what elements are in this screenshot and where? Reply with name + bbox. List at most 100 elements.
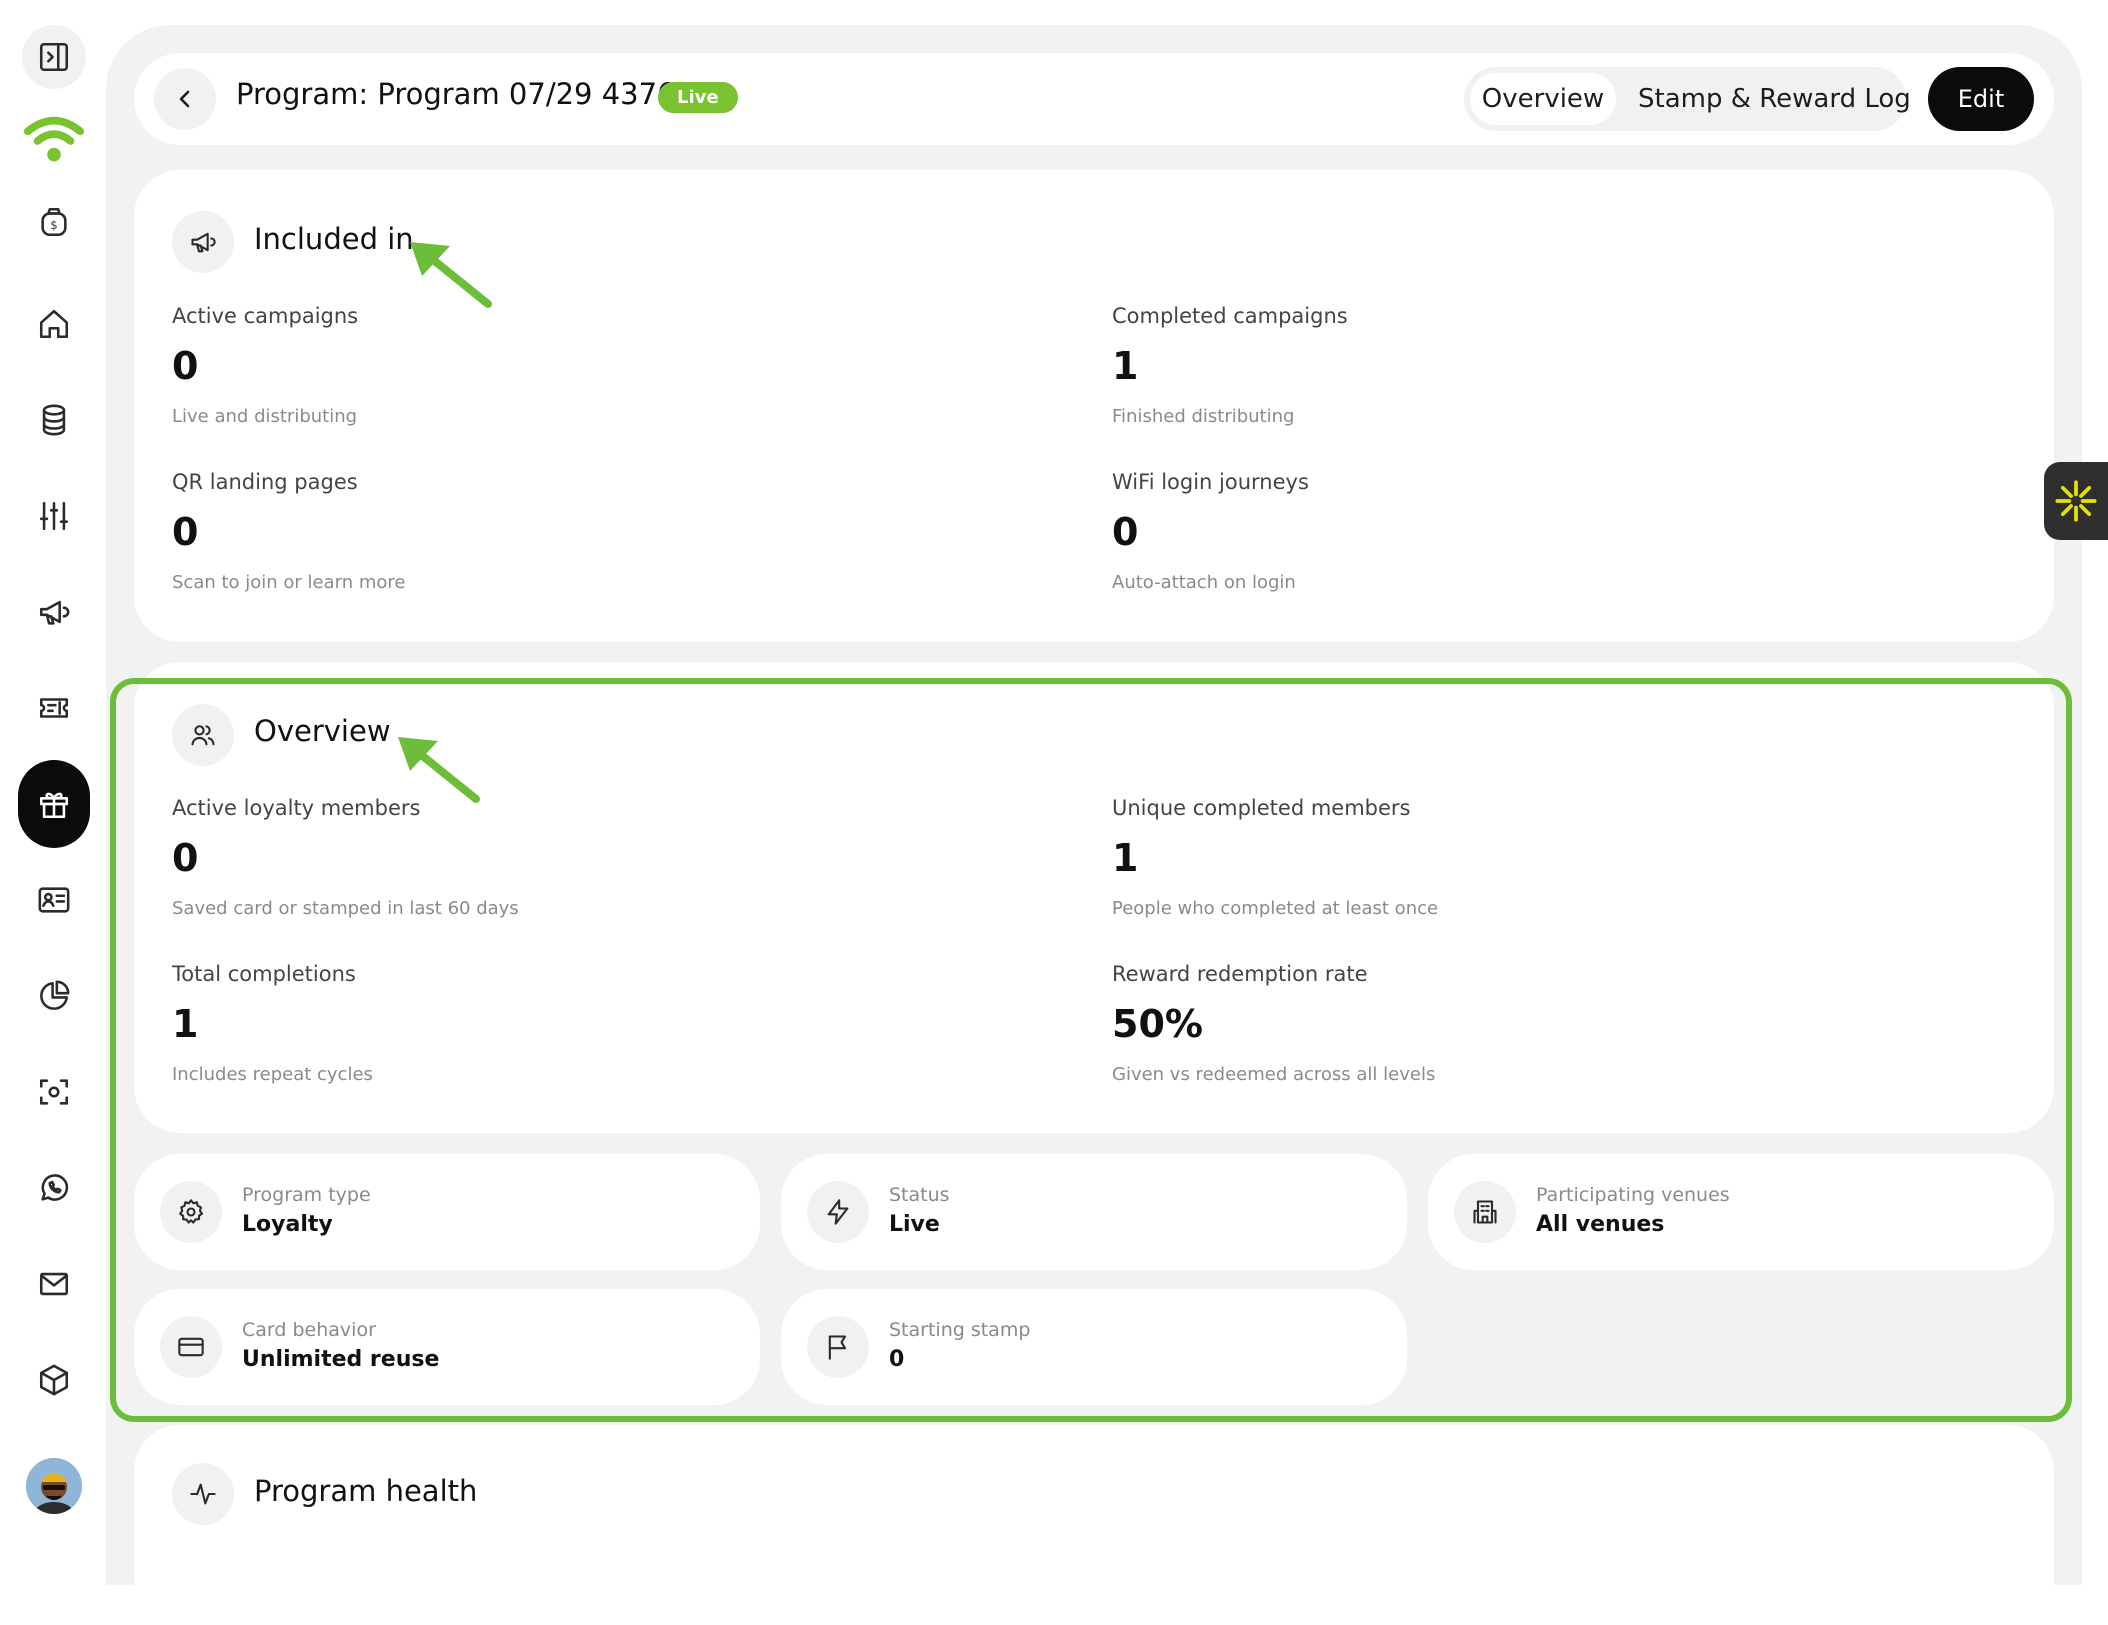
activity-icon [190,1483,216,1505]
main-content: Program: Program 07/29 4376 Live Overvie… [106,25,2082,1625]
detail-label: Card behavior [242,1319,376,1341]
detail-starting-stamp: Starting stamp 0 [781,1289,1407,1405]
detail-icon [807,1316,869,1378]
stat-value: 1 [1112,344,1139,388]
sidebar-item-products[interactable] [22,1348,86,1412]
tab-stamp-reward-log[interactable]: Stamp & Reward Log [1638,73,1911,125]
page-title: Program: Program 07/29 4376 [236,77,676,111]
sparkle-icon [2055,480,2097,522]
stat-label: Completed campaigns [1112,304,1348,328]
pie-chart-icon [40,980,70,1010]
detail-label: Starting stamp [889,1319,1031,1341]
floating-widget-button[interactable] [2044,462,2108,540]
sidebar-logo[interactable] [22,108,86,172]
sidebar-item-scan[interactable] [22,1060,86,1124]
user-avatar[interactable] [26,1458,82,1514]
section-title: Program health [254,1474,478,1508]
stat-value: 0 [1112,510,1139,554]
tab-overview[interactable]: Overview [1470,73,1616,125]
detail-icon [160,1181,222,1243]
stat-description: Live and distributing [172,406,358,427]
stat-description: Finished distributing [1112,406,1295,427]
detail-card-behavior: Card behavior Unlimited reuse [134,1289,760,1405]
detail-value: Live [889,1212,940,1237]
stat-reward-redemption-rate: Reward redemption rate 50% Given vs rede… [1112,962,1812,1085]
megaphone-icon [191,232,216,253]
sidebar-item-loyalty[interactable] [18,760,90,848]
contact-card-icon [38,887,70,913]
stat-description: Scan to join or learn more [172,572,406,593]
database-icon [42,404,66,436]
panel-toggle-icon [39,42,69,72]
users-icon [191,725,215,746]
sliders-icon [39,501,69,531]
back-button[interactable] [154,68,216,130]
stat-description: Given vs redeemed across all levels [1112,1064,1436,1085]
section-icon [172,211,234,273]
stat-label: Reward redemption rate [1112,962,1368,986]
sidebar-item-contacts[interactable] [22,868,86,932]
sidebar-item-data[interactable] [22,388,86,452]
stat-label: Active campaigns [172,304,359,328]
stat-value: 1 [172,1002,199,1046]
detail-label: Program type [242,1184,371,1206]
stat-label: QR landing pages [172,470,358,494]
chevron-left-icon [179,90,190,108]
sidebar-item-coupons[interactable] [22,676,86,740]
stat-value: 0 [172,836,199,880]
included-in-card: Included in Active campaigns 0 Live and … [134,170,2054,642]
detail-icon [1454,1181,1516,1243]
flag-icon [828,1335,847,1360]
sidebar-item-settings[interactable] [22,484,86,548]
sidebar: $ [0,0,106,1540]
stat-active-campaigns: Active campaigns 0 Live and distributing [172,304,872,427]
edit-button[interactable]: Edit [1928,67,2034,131]
detail-value: Loyalty [242,1212,333,1237]
program-health-card: Program health [134,1425,2054,1625]
stat-value: 50% [1112,1002,1203,1046]
detail-value: All venues [1536,1212,1665,1237]
stat-description: Saved card or stamped in last 60 days [172,898,519,919]
stat-description: People who completed at least once [1112,898,1439,919]
section-icon [172,704,234,766]
detail-icon [160,1316,222,1378]
stat-wifi-login-journeys: WiFi login journeys 0 Auto-attach on log… [1112,470,1812,593]
stat-label: Unique completed members [1112,796,1411,820]
detail-icon [807,1181,869,1243]
detail-status: Status Live [781,1154,1407,1270]
ticket-icon [39,698,69,718]
stat-value: 0 [172,510,199,554]
detail-value: Unlimited reuse [242,1347,440,1372]
stat-description: Includes repeat cycles [172,1064,373,1085]
credit-card-icon [178,1337,204,1357]
detail-label: Status [889,1184,950,1206]
section-title: Overview [254,714,391,748]
gift-icon [39,792,69,819]
detail-participating-venues: Participating venues All venues [1428,1154,2054,1270]
wifi-brand-icon [23,116,85,162]
status-badge: Live [658,82,738,113]
sidebar-item-email[interactable] [22,1252,86,1316]
money-bag-icon: $ [41,207,67,237]
sidebar-item-payments[interactable]: $ [22,190,86,254]
stat-label: Total completions [172,962,356,986]
sidebar-item-home[interactable] [22,292,86,356]
stat-qr-landing-pages: QR landing pages 0 Scan to join or learn… [172,470,872,593]
sidebar-item-analytics[interactable] [22,964,86,1028]
mail-icon [39,1272,69,1296]
gear-icon [179,1199,204,1224]
stat-value: 1 [1112,836,1139,880]
stat-description: Auto-attach on login [1112,572,1296,593]
stat-label: Active loyalty members [172,796,421,820]
section-icon [172,1463,234,1525]
megaphone-icon [39,600,70,625]
sidebar-item-campaigns[interactable] [22,580,86,644]
sidebar-toggle-button[interactable] [22,25,86,89]
tab-bar: Overview Stamp & Reward Log [1464,67,1911,131]
building-icon [1473,1200,1497,1224]
detail-value: 0 [889,1347,905,1372]
stat-total-completions: Total completions 1 Includes repeat cycl… [172,962,872,1085]
page-header: Program: Program 07/29 4376 Live Overvie… [134,53,2054,145]
avatar-image [26,1458,82,1514]
sidebar-item-whatsapp[interactable] [22,1156,86,1220]
